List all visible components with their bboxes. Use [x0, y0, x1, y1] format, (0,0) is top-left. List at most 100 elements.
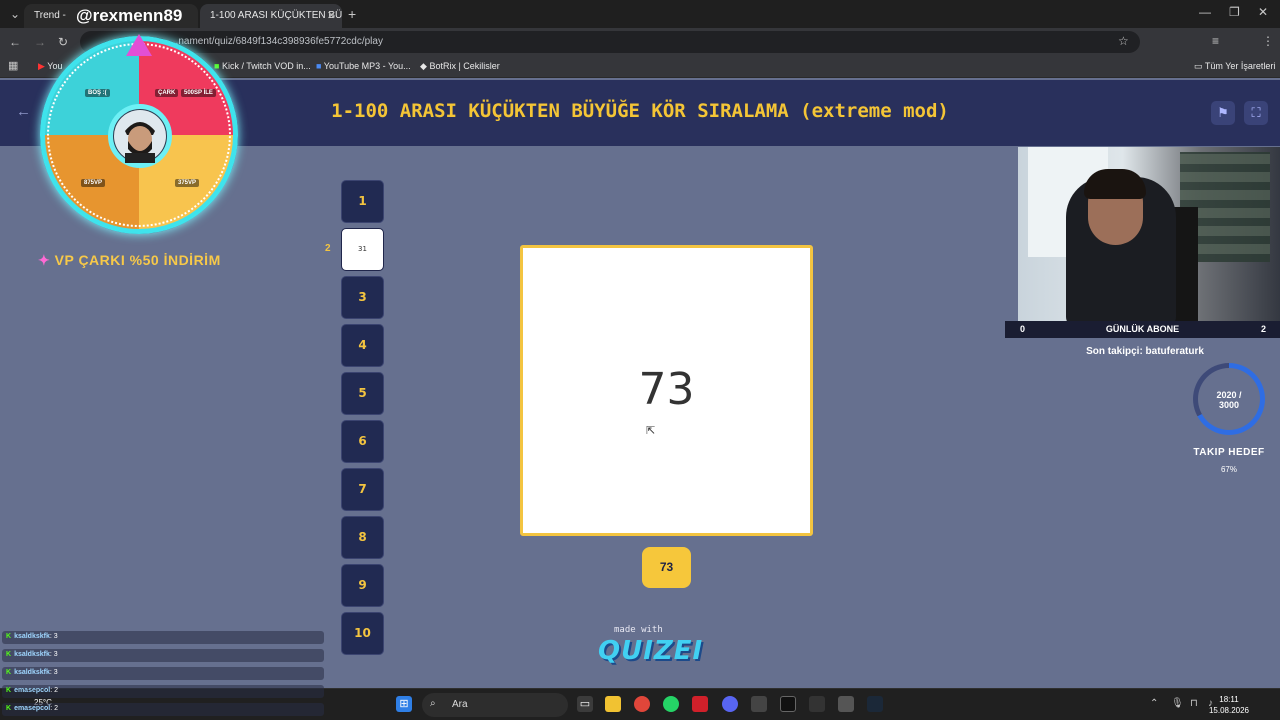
slot-1[interactable]: 1 — [341, 180, 384, 223]
chat-user: emasepcol — [14, 705, 51, 712]
chrome-icon[interactable] — [634, 696, 650, 712]
slot-label: 5 — [358, 386, 367, 400]
taskbar-clock[interactable]: 18:11 15.08.2026 — [1198, 694, 1260, 716]
follow-goal-value: 2020 / 3000 — [1198, 368, 1260, 430]
chat-text: : 2 — [50, 687, 59, 694]
bookmark-all[interactable]: ▭ Tüm Yer İşaretleri — [1194, 61, 1275, 72]
slot-label: 7 — [358, 482, 367, 496]
new-tab-icon[interactable]: + — [348, 6, 356, 22]
apps-icon[interactable]: ▦ — [8, 59, 18, 72]
chat-message: Kemasepcol: 2 — [2, 703, 324, 716]
network-icon[interactable]: ⊓ — [1190, 698, 1198, 709]
bookmark-kick[interactable]: ■ Kick / Twitch VOD in... — [214, 61, 311, 71]
tab-quiz[interactable]: 1-100 ARASI KÜÇÜKTEN BÜYÜ ✕ — [200, 4, 342, 28]
bookmark-youtube[interactable]: ▶ You — [38, 61, 62, 72]
slot-8[interactable]: 8 — [341, 516, 384, 559]
kick-badge-icon: K — [6, 633, 12, 640]
streamer-name: @rexmenn89 — [72, 4, 206, 28]
task-view-icon[interactable]: ▭ — [577, 696, 593, 712]
report-flag-button[interactable]: ⚑ — [1211, 101, 1235, 125]
page-title: 1-100 ARASI KÜÇÜKTEN BÜYÜĞE KÖR SIRALAMA… — [331, 100, 949, 122]
bookmark-label: BotRix | Cekilisler — [429, 61, 500, 71]
slot-4[interactable]: 4 — [341, 324, 384, 367]
terminal-icon[interactable] — [780, 696, 796, 712]
botrix-icon: ◆ — [420, 61, 427, 71]
address-bar[interactable]: ...nament/quiz/6849f134c398936fe5772cdc/… — [80, 31, 1140, 53]
slot-10[interactable]: 10 — [341, 612, 384, 655]
discord-icon[interactable] — [722, 696, 738, 712]
tray-chevron-icon[interactable]: ⌃ — [1150, 698, 1158, 709]
obs-icon[interactable] — [838, 696, 854, 712]
back-arrow-icon[interactable]: ← — [16, 103, 31, 120]
forward-icon[interactable]: → — [34, 35, 46, 49]
bookmark-star-icon[interactable]: ☆ — [1118, 34, 1129, 48]
slot-label: 1 — [358, 194, 367, 208]
kick-icon: ■ — [214, 61, 220, 71]
maximize-icon[interactable]: ❐ — [1229, 5, 1240, 19]
wheel-label: ÇARK — [155, 89, 179, 97]
microphone-icon[interactable]: 🎙 — [1171, 698, 1184, 709]
chat-message: Kksaldkskfk: 3 — [2, 667, 324, 680]
follow-goal-percent: 67% — [1220, 465, 1237, 474]
number-chip-button[interactable]: 73 — [642, 547, 691, 588]
chat-text: : 3 — [49, 651, 58, 658]
bookmark-botrix[interactable]: ◆ BotRix | Cekilisler — [420, 61, 500, 72]
file-explorer-icon[interactable] — [605, 696, 621, 712]
slot-3[interactable]: 3 — [341, 276, 384, 319]
flag-icon: ⚑ — [1217, 105, 1229, 120]
reload-icon[interactable]: ↻ — [58, 35, 68, 49]
app-icon[interactable] — [751, 696, 767, 712]
slot-label: 6 — [358, 434, 367, 448]
chat-message: Kemasepcol: 2 — [2, 685, 324, 698]
slot-6[interactable]: 6 — [341, 420, 384, 463]
slot-2-filled[interactable]: 31 — [341, 228, 384, 271]
menu-icon[interactable]: ⋮ — [1262, 34, 1274, 48]
minimize-icon[interactable]: — — [1199, 5, 1211, 19]
bookmark-ytmp3[interactable]: ■ YouTube MP3 - You... — [316, 61, 411, 71]
close-window-icon[interactable]: ✕ — [1258, 5, 1268, 19]
reading-list-icon[interactable]: ≡ — [1212, 34, 1219, 48]
slot-5[interactable]: 5 — [341, 372, 384, 415]
taskbar-search[interactable]: ⌕ Ara — [422, 693, 568, 717]
cam-hair — [1084, 169, 1146, 199]
avatar-icon — [114, 110, 166, 163]
close-tab-icon[interactable]: ✕ — [327, 9, 336, 22]
start-icon[interactable]: ⊞ — [396, 696, 412, 712]
chat-message: Kksaldkskfk: 3 — [2, 631, 324, 644]
chat-user: emasepcol — [14, 687, 51, 694]
spin-wheel: BOŞ :( ÇARK 500SP İLE 875VP 375VP — [40, 36, 238, 234]
chat-user: ksaldkskfk — [14, 651, 50, 658]
bookmark-label: Kick / Twitch VOD in... — [221, 61, 311, 71]
promo-text: VP ÇARKI %50 İNDİRİM — [54, 252, 221, 268]
follow-goal-title: TAKIP HEDEF — [1193, 447, 1265, 458]
fullscreen-icon: ⛶ — [1251, 105, 1261, 120]
bookmark-label: You — [47, 61, 63, 71]
slot-9[interactable]: 9 — [341, 564, 384, 607]
search-placeholder: Ara — [452, 699, 468, 710]
ytmp3-icon: ■ — [316, 61, 322, 71]
streamer-avatar — [108, 104, 172, 168]
whatsapp-icon[interactable] — [663, 696, 679, 712]
back-icon[interactable]: ← — [9, 35, 21, 49]
slot-label: 3 — [358, 290, 367, 304]
wheel-label: 500SP İLE — [181, 89, 216, 97]
app-icon[interactable] — [809, 696, 825, 712]
slot-label: 10 — [354, 626, 371, 640]
app-icon[interactable] — [692, 696, 708, 712]
current-number: 73 — [638, 364, 695, 415]
subs-count: 2 — [1260, 324, 1266, 334]
slot-7[interactable]: 7 — [341, 468, 384, 511]
tab-label: Trend - — [34, 10, 66, 21]
quizei-logo[interactable]: QUIZEI — [598, 636, 703, 666]
youtube-icon: ▶ — [38, 61, 45, 71]
last-follower: Son takipçi: batuferaturk — [1086, 346, 1204, 357]
search-icon: ⌕ — [430, 698, 436, 709]
url-text: ...nament/quiz/6849f134c398936fe5772cdc/… — [170, 36, 383, 47]
tab-list-icon[interactable]: ⌄ — [10, 7, 20, 21]
kick-badge-icon: K — [6, 705, 12, 712]
fullscreen-button[interactable]: ⛶ — [1244, 101, 1268, 125]
steam-icon[interactable] — [867, 696, 883, 712]
tab-label: 1-100 ARASI KÜÇÜKTEN BÜYÜ — [210, 10, 342, 21]
subs-title: GÜNLÜK ABONE — [1105, 324, 1180, 334]
browser-tab-bar: ⌄ Trend - @rexmenn89 1-100 ARASI KÜÇÜKTE… — [0, 0, 1280, 28]
